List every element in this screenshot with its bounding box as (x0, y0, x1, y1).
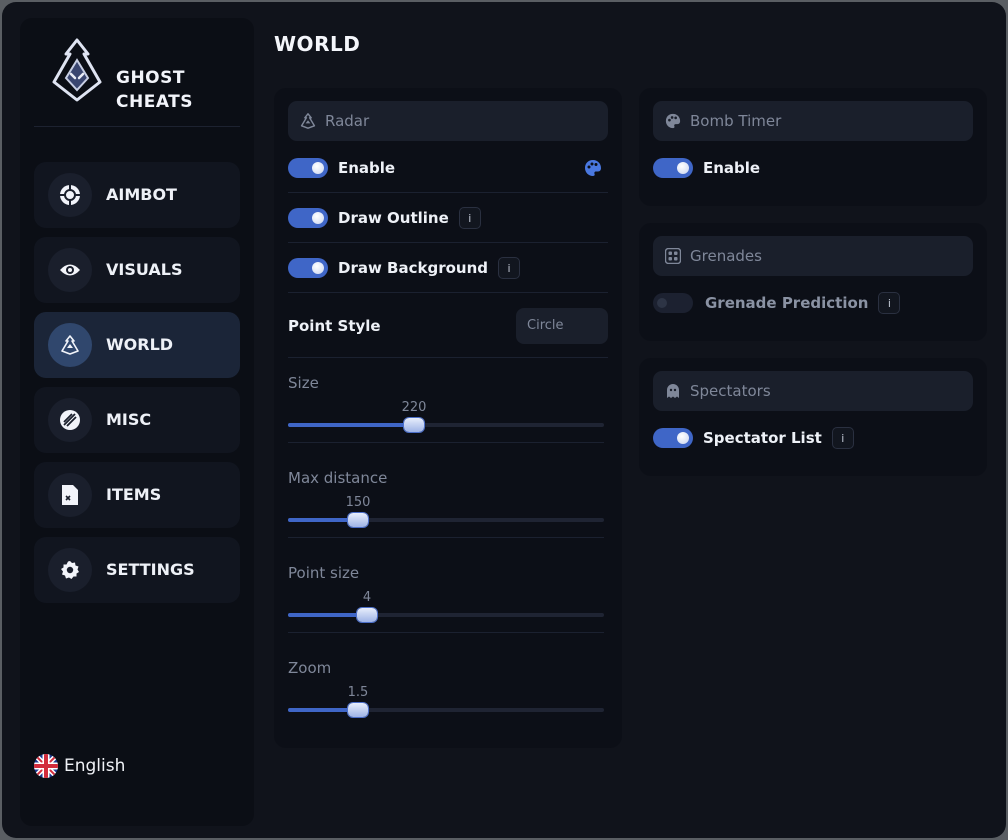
bomb-timer-enable-toggle[interactable] (653, 158, 693, 178)
nav-label: SETTINGS (106, 560, 195, 579)
point-size-slider[interactable] (288, 608, 604, 622)
bomb-timer-panel: Bomb Timer Enable (639, 88, 987, 206)
max-distance-slider-thumb[interactable] (348, 513, 368, 527)
max-distance-label: Max distance (288, 469, 388, 487)
nav-label: MISC (106, 410, 152, 429)
radar-enable-label: Enable (338, 159, 396, 177)
row-divider (288, 292, 608, 293)
radar-header: Radar (288, 101, 608, 141)
nav-item-aimbot[interactable]: AIMBOT (34, 162, 240, 228)
max-distance-value: 150 (345, 495, 371, 510)
size-value: 220 (401, 400, 427, 415)
world-icon (48, 323, 92, 367)
bomb-timer-header: Bomb Timer (653, 101, 973, 141)
zoom-value: 1.5 (347, 685, 369, 700)
bomb-timer-enable-label: Enable (703, 159, 761, 177)
row-divider (288, 357, 608, 358)
spectators-title: Spectators (690, 382, 771, 400)
size-slider-thumb[interactable] (404, 418, 424, 432)
brand-logo: GHOST CHEATS (48, 38, 238, 122)
nav-label: AIMBOT (106, 185, 177, 204)
row-divider (288, 632, 604, 633)
radar-enable-row: Enable (288, 143, 608, 193)
nav-item-misc[interactable]: MISC (34, 387, 240, 453)
size-label: Size (288, 374, 319, 392)
point-style-label: Point Style (288, 317, 381, 335)
point-size-value: 4 (362, 590, 372, 605)
app-window: GHOST CHEATS AIMBOT VISUALS WORLD MISC I… (2, 2, 1006, 838)
size-slider[interactable] (288, 418, 604, 432)
grenades-panel: Grenades Grenade Prediction i (639, 223, 987, 341)
sidebar: GHOST CHEATS AIMBOT VISUALS WORLD MISC I… (20, 18, 254, 826)
grenade-prediction-label: Grenade Prediction (705, 294, 869, 312)
bomb-timer-title: Bomb Timer (690, 112, 782, 130)
spectators-header: Spectators (653, 371, 973, 411)
sidebar-divider (34, 126, 240, 127)
bomb-timer-enable-row: Enable (653, 143, 973, 193)
radar-panel: Radar Enable Draw Outline i Draw Backgro… (274, 88, 622, 748)
gear-icon (48, 548, 92, 592)
draw-background-row: Draw Background i (288, 243, 608, 293)
grenades-title: Grenades (690, 247, 762, 265)
nav-label: ITEMS (106, 485, 162, 504)
draw-outline-info-button[interactable]: i (458, 207, 481, 229)
grenades-header: Grenades (653, 236, 973, 276)
zoom-slider-thumb[interactable] (348, 703, 368, 717)
nav-label: WORLD (106, 335, 174, 354)
spectator-list-toggle[interactable] (653, 428, 693, 448)
brand-name: GHOST CHEATS (116, 66, 193, 114)
language-label: English (64, 756, 126, 776)
radar-icon (300, 113, 316, 129)
nav-item-items[interactable]: ITEMS (34, 462, 240, 528)
spectator-list-label: Spectator List (703, 429, 822, 447)
brand-line-2: CHEATS (116, 92, 193, 112)
language-selector[interactable]: English (34, 752, 125, 780)
draw-outline-toggle[interactable] (288, 208, 328, 228)
zoom-label: Zoom (288, 659, 332, 677)
nav-item-world[interactable]: WORLD (34, 312, 240, 378)
grenade-prediction-row: Grenade Prediction i (653, 278, 973, 328)
nav-item-settings[interactable]: SETTINGS (34, 537, 240, 603)
grid-icon (665, 248, 681, 264)
draw-background-info-button[interactable]: i (498, 257, 521, 279)
max-distance-slider[interactable] (288, 513, 604, 527)
ghost-icon (667, 384, 679, 398)
spectator-list-row: Spectator List i (653, 413, 973, 463)
zoom-slider[interactable] (288, 703, 604, 717)
point-style-select[interactable]: Circle (516, 308, 608, 344)
draw-background-toggle[interactable] (288, 258, 328, 278)
uk-flag-icon (34, 754, 58, 778)
row-divider (288, 537, 604, 538)
point-size-slider-fill (288, 613, 367, 617)
size-slider-fill (288, 423, 414, 427)
eye-icon (48, 248, 92, 292)
grenade-prediction-toggle[interactable] (653, 293, 693, 313)
nav-label: VISUALS (106, 260, 183, 279)
brand-line-1: GHOST (116, 68, 185, 88)
row-divider (288, 442, 604, 443)
file-icon (48, 473, 92, 517)
radar-enable-toggle[interactable] (288, 158, 328, 178)
spectators-panel: Spectators Spectator List i (639, 358, 987, 476)
page-title: WORLD (274, 32, 361, 56)
draw-outline-label: Draw Outline (338, 209, 449, 227)
draw-background-label: Draw Background (338, 259, 489, 277)
ghost-logo-icon (52, 38, 102, 102)
draw-outline-row: Draw Outline i (288, 193, 608, 243)
misc-icon (48, 398, 92, 442)
point-size-slider-thumb[interactable] (357, 608, 377, 622)
radar-title: Radar (325, 112, 370, 130)
grenade-prediction-info-button[interactable]: i (878, 292, 901, 314)
nav-item-visuals[interactable]: VISUALS (34, 237, 240, 303)
crosshair-icon (48, 173, 92, 217)
spectator-list-info-button[interactable]: i (831, 427, 854, 449)
point-size-label: Point size (288, 564, 360, 582)
palette-icon (665, 113, 681, 129)
palette-icon[interactable] (584, 159, 602, 177)
